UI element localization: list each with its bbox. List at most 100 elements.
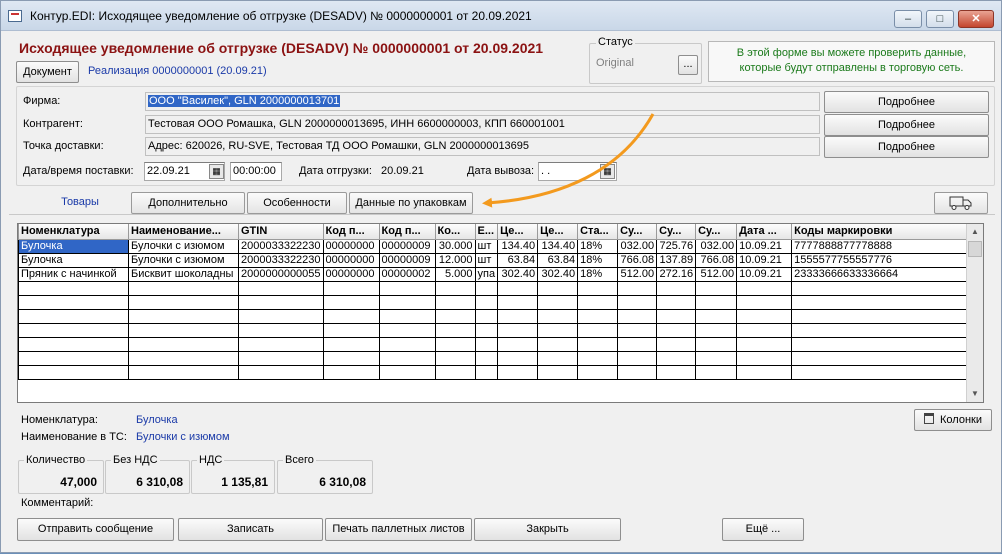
- close-window-button[interactable]: ✕: [958, 10, 994, 28]
- table-cell[interactable]: 512.00: [617, 266, 658, 282]
- scroll-thumb[interactable]: [968, 241, 982, 257]
- empty-table-cell: [695, 322, 738, 338]
- title-bar[interactable]: Контур.EDI: Исходящее уведомление об отг…: [1, 1, 1001, 31]
- column-header[interactable]: Су...: [617, 224, 658, 240]
- column-header[interactable]: Ко...: [434, 224, 476, 240]
- empty-table-cell: [434, 322, 476, 338]
- table-cell[interactable]: 00000009: [378, 252, 436, 268]
- empty-table-cell: [695, 308, 738, 324]
- table-cell[interactable]: 134.40: [537, 238, 579, 254]
- table-cell[interactable]: шт: [474, 252, 499, 268]
- tab-additional[interactable]: Дополнительно: [131, 192, 245, 214]
- table-cell[interactable]: 5.000: [434, 266, 476, 282]
- firm-field[interactable]: ООО "Василек", GLN 2000000013701: [145, 92, 820, 111]
- table-cell[interactable]: 272.16: [656, 266, 697, 282]
- table-cell[interactable]: Пряник с начинкой: [18, 266, 129, 282]
- table-cell[interactable]: 18%: [577, 252, 619, 268]
- table-cell[interactable]: 12.000: [434, 252, 476, 268]
- scroll-up-icon[interactable]: ▲: [967, 224, 983, 240]
- table-cell[interactable]: 63.84: [497, 252, 539, 268]
- table-cell[interactable]: 2000033322230: [238, 238, 324, 254]
- table-cell[interactable]: 00000000: [322, 252, 380, 268]
- table-cell[interactable]: 00000002: [378, 266, 436, 282]
- counterparty-field[interactable]: Тестовая ООО Ромашка, GLN 2000000013695,…: [145, 115, 820, 134]
- empty-table-cell: [238, 336, 324, 352]
- document-button[interactable]: Документ: [16, 61, 79, 83]
- column-header[interactable]: Номенклатура: [18, 224, 129, 240]
- column-header[interactable]: Су...: [695, 224, 738, 240]
- table-cell[interactable]: Булочки с изюмом: [128, 252, 239, 268]
- table-cell[interactable]: 725.76: [656, 238, 697, 254]
- table-cell[interactable]: 7777888877778888: [791, 238, 969, 254]
- table-cell[interactable]: 10.09.21: [736, 266, 793, 282]
- table-cell[interactable]: упа: [474, 266, 499, 282]
- table-cell[interactable]: 137.89: [656, 252, 697, 268]
- table-vertical-scrollbar[interactable]: ▲ ▼: [966, 224, 983, 402]
- document-link[interactable]: Реализация 0000000001 (20.09.21): [88, 65, 267, 77]
- table-row[interactable]: Пряник с начинкой Бисквит шоколадны 200000…: [18, 266, 969, 282]
- column-header[interactable]: Ста...: [577, 224, 619, 240]
- empty-table-cell: [736, 280, 793, 296]
- column-header[interactable]: Це...: [497, 224, 539, 240]
- scroll-down-icon[interactable]: ▼: [967, 386, 983, 402]
- column-header[interactable]: Е...: [474, 224, 499, 240]
- delivery-time-field[interactable]: 00:00:00: [230, 162, 282, 181]
- table-cell[interactable]: 1555577755557776: [791, 252, 969, 268]
- close-button[interactable]: Закрыть: [474, 518, 621, 541]
- send-message-button[interactable]: Отправить сообщение: [17, 518, 174, 541]
- firm-more-button[interactable]: Подробнее: [824, 91, 989, 113]
- table-cell[interactable]: 032.00: [695, 238, 738, 254]
- table-cell[interactable]: Булочка: [18, 252, 129, 268]
- table-cell[interactable]: Булочки с изюмом: [128, 238, 239, 254]
- delivery-point-field[interactable]: Адрес: 620026, RU-SVE, Тестовая ТД ООО Р…: [145, 137, 820, 156]
- print-pallet-sheets-button[interactable]: Печать паллетных листов: [325, 518, 472, 541]
- table-cell[interactable]: 18%: [577, 266, 619, 282]
- column-header[interactable]: Наименование...: [128, 224, 239, 240]
- column-header[interactable]: Коды маркировки: [791, 224, 969, 240]
- table-cell[interactable]: 2000000000055: [238, 266, 324, 282]
- columns-button[interactable]: Колонки: [914, 409, 992, 431]
- table-cell[interactable]: 134.40: [497, 238, 539, 254]
- maximize-button[interactable]: □: [926, 10, 954, 28]
- truck-button[interactable]: [934, 192, 988, 214]
- table-cell[interactable]: 00000000: [322, 238, 380, 254]
- delivery-point-more-button[interactable]: Подробнее: [824, 136, 989, 158]
- column-header[interactable]: Су...: [656, 224, 697, 240]
- table-cell[interactable]: шт: [474, 238, 499, 254]
- table-cell[interactable]: 032.00: [617, 238, 658, 254]
- more-actions-button[interactable]: Ещё ...: [722, 518, 804, 541]
- table-row[interactable]: Булочка Булочки с изюмом 2000033322230 0000…: [18, 252, 969, 268]
- minimize-button[interactable]: ‒: [894, 10, 922, 28]
- table-cell[interactable]: 766.08: [695, 252, 738, 268]
- goods-table[interactable]: Номенклатура Наименование... GTIN Код п... К…: [17, 223, 984, 403]
- column-header[interactable]: GTIN: [238, 224, 324, 240]
- column-header[interactable]: Дата ...: [736, 224, 793, 240]
- save-button[interactable]: Записать: [178, 518, 323, 541]
- column-header[interactable]: Код п...: [378, 224, 436, 240]
- table-cell[interactable]: 766.08: [617, 252, 658, 268]
- table-cell[interactable]: 00000000: [322, 266, 380, 282]
- table-cell[interactable]: 512.00: [695, 266, 738, 282]
- table-cell[interactable]: Бисквит шоколадны: [128, 266, 239, 282]
- table-row[interactable]: Булочка Булочки с изюмом 2000033322230 0000…: [18, 238, 969, 254]
- table-cell[interactable]: 302.40: [537, 266, 579, 282]
- table-cell[interactable]: 18%: [577, 238, 619, 254]
- table-cell[interactable]: 10.09.21: [736, 252, 793, 268]
- table-cell[interactable]: 30.000: [434, 238, 476, 254]
- table-cell[interactable]: 63.84: [537, 252, 579, 268]
- tab-package-data[interactable]: Данные по упаковкам: [349, 192, 473, 214]
- delivery-date-calendar-icon[interactable]: ▦: [209, 164, 224, 179]
- counterparty-more-button[interactable]: Подробнее: [824, 114, 989, 136]
- table-cell[interactable]: 00000009: [378, 238, 436, 254]
- tab-goods[interactable]: Товары: [49, 192, 111, 214]
- pickup-date-calendar-icon[interactable]: ▦: [600, 164, 615, 179]
- table-cell[interactable]: 2000033322230: [238, 252, 324, 268]
- table-cell[interactable]: Булочка: [18, 238, 129, 254]
- status-select-button[interactable]: ...: [678, 55, 698, 75]
- column-header[interactable]: Це...: [537, 224, 579, 240]
- table-cell[interactable]: 10.09.21: [736, 238, 793, 254]
- table-cell[interactable]: 23333666633336664: [791, 266, 969, 282]
- table-cell[interactable]: 302.40: [497, 266, 539, 282]
- tab-features[interactable]: Особенности: [247, 192, 347, 214]
- column-header[interactable]: Код п...: [322, 224, 380, 240]
